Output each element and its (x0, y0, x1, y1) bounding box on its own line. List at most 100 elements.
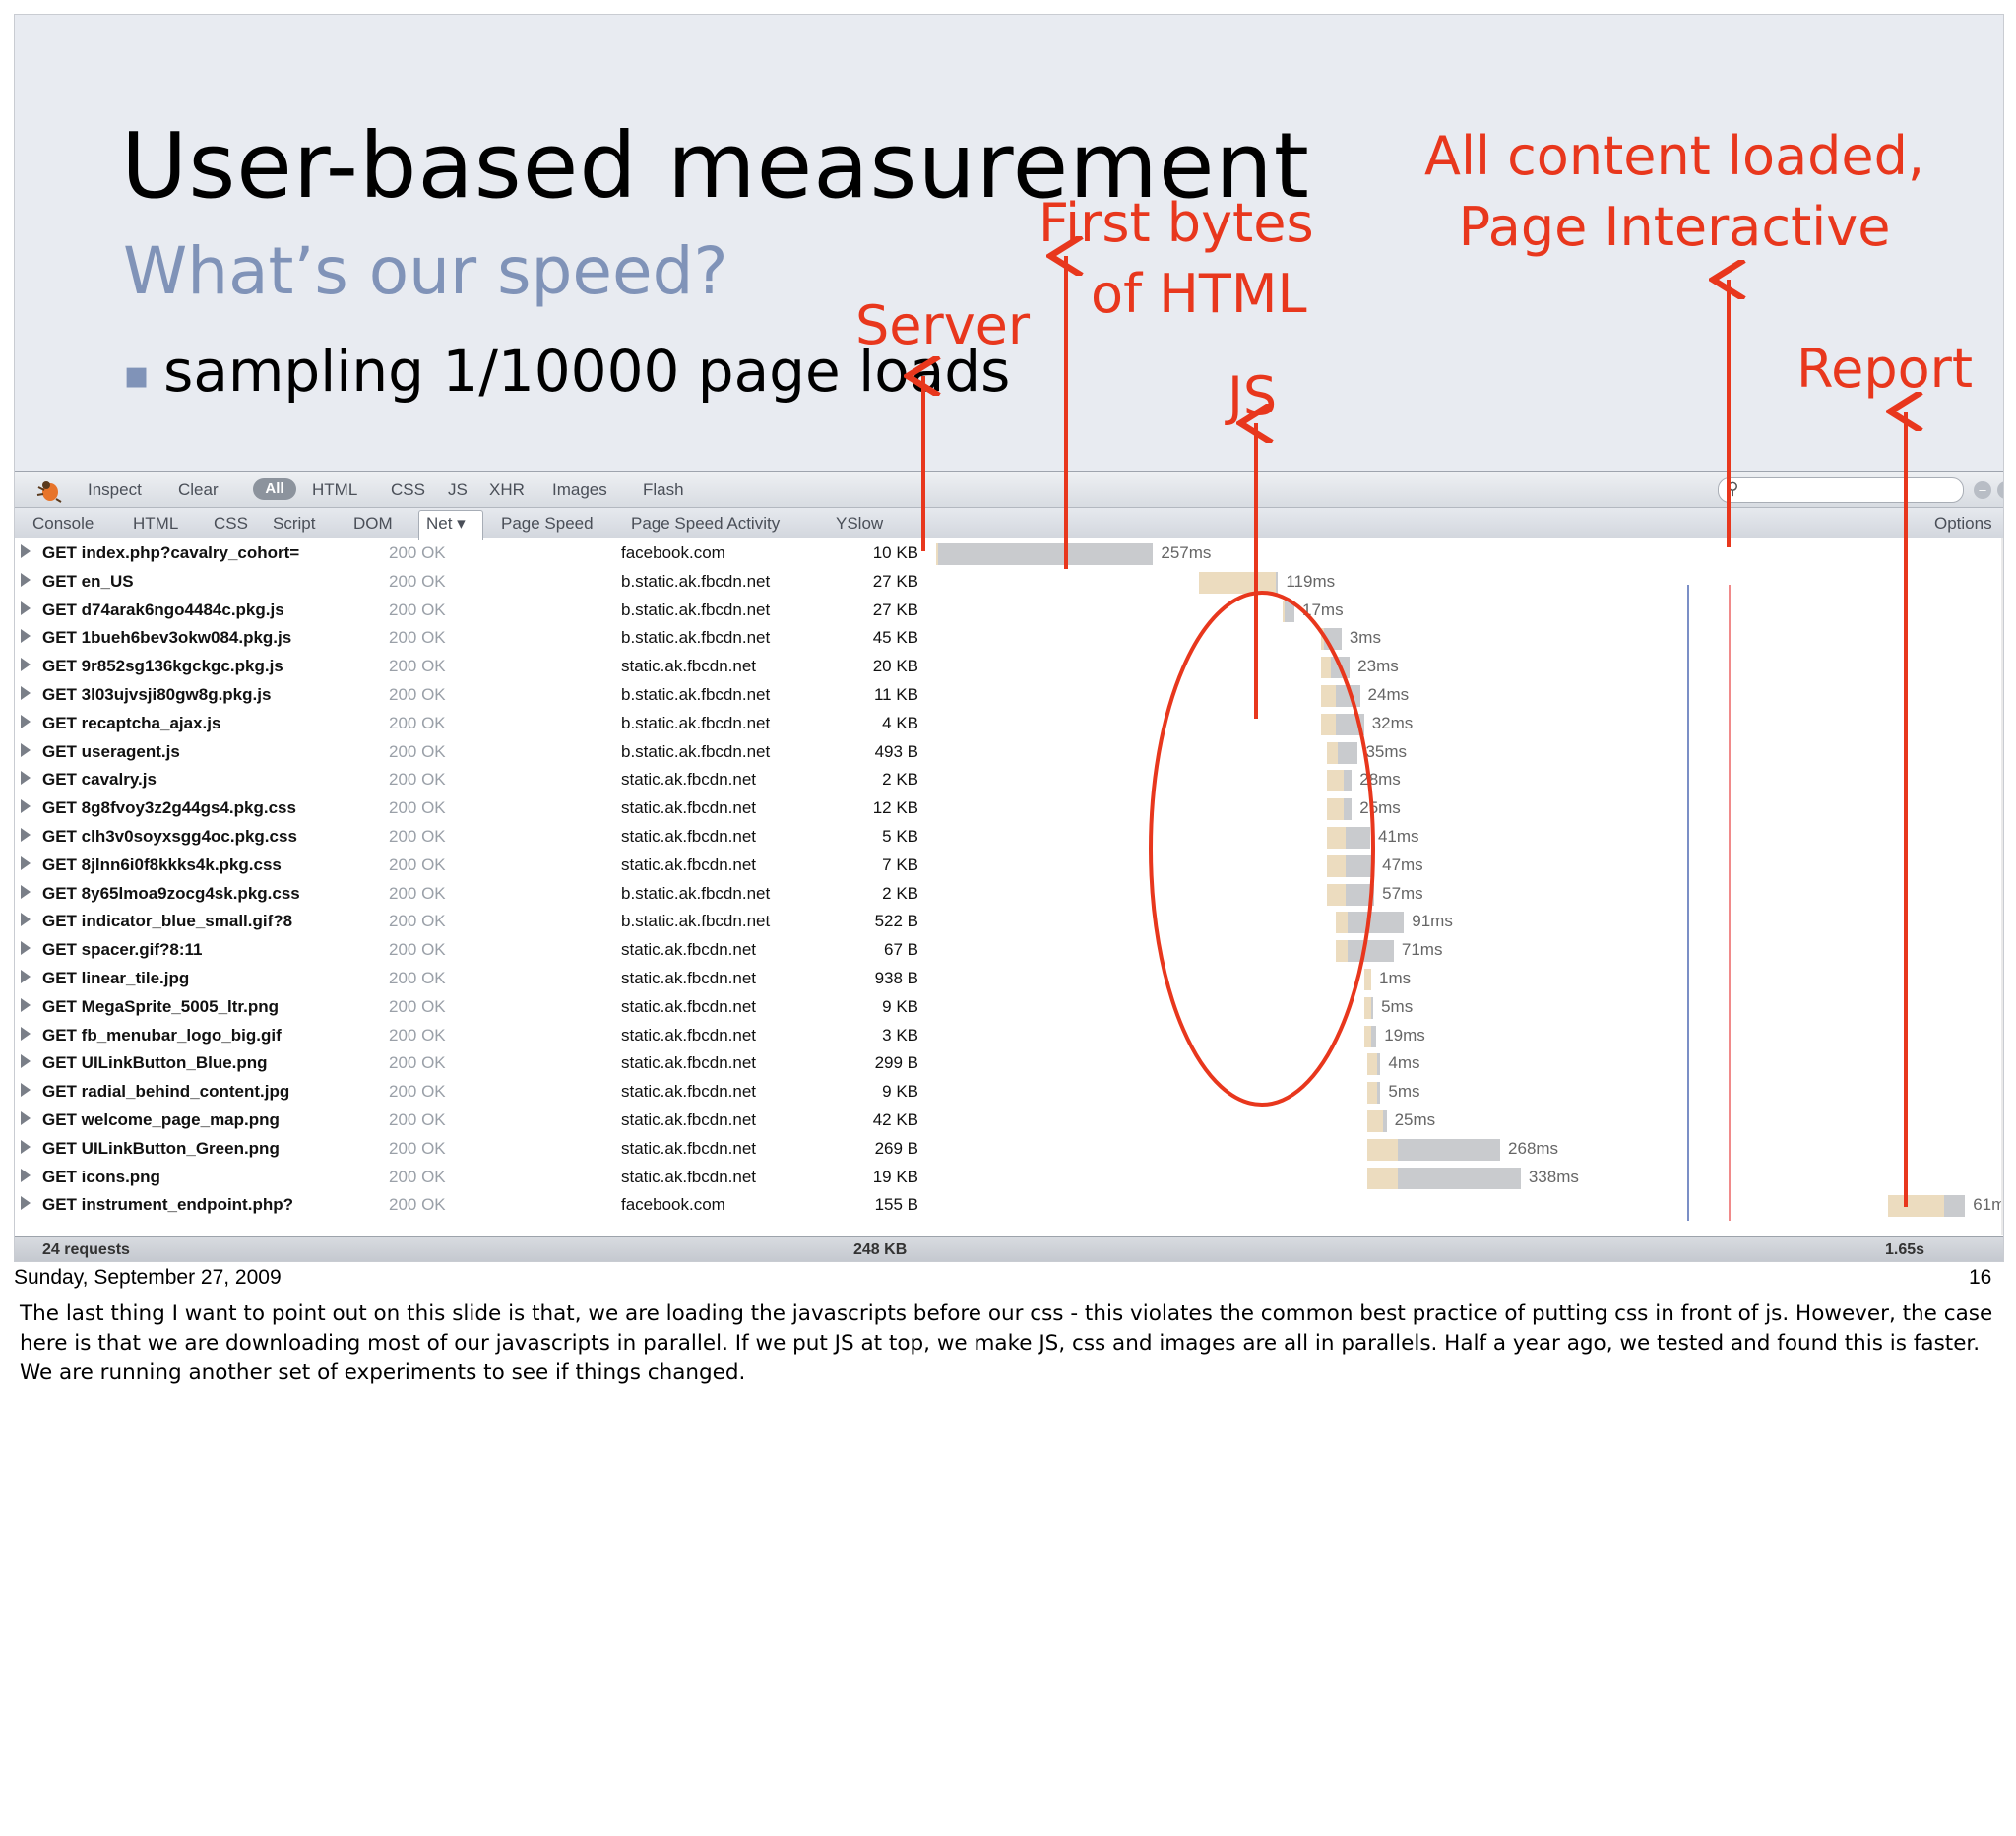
expand-triangle-icon[interactable] (21, 1026, 31, 1041)
expand-triangle-icon[interactable] (21, 771, 31, 786)
expand-triangle-icon[interactable] (21, 997, 31, 1012)
expand-triangle-icon[interactable] (21, 1054, 31, 1069)
request-row[interactable]: GET 9r852sg136kgckgc.pkg.js 200 OK static.… (15, 652, 2003, 680)
tab-script[interactable]: Script (273, 514, 315, 534)
filter-html-button[interactable]: HTML (312, 480, 357, 500)
expand-triangle-icon[interactable] (21, 1139, 31, 1154)
waterfall-time-label: 57ms (1382, 883, 1423, 903)
request-row[interactable]: GET 3l03ujvsji80gw8g.pkg.js 200 OK b.stati… (15, 680, 2003, 709)
filter-images-button[interactable]: Images (552, 480, 607, 500)
request-row[interactable]: GET radial_behind_content.jpg 200 OK stati… (15, 1077, 2003, 1106)
request-row[interactable]: GET UILinkButton_Blue.png 200 OK static.ak… (15, 1048, 2003, 1077)
tab-dom[interactable]: DOM (353, 514, 393, 534)
request-row[interactable]: GET en_US 200 OK b.static.ak.fbcdn.net 27 K… (15, 567, 2003, 596)
tab-css[interactable]: CSS (214, 514, 248, 534)
filter-flash-button[interactable]: Flash (643, 480, 684, 500)
request-url: GET useragent.js (42, 741, 180, 761)
expand-triangle-icon[interactable] (21, 714, 31, 728)
tab-page-speed[interactable]: Page Speed (501, 514, 594, 534)
request-row[interactable]: GET linear_tile.jpg 200 OK static.ak.fbcdn… (15, 964, 2003, 992)
expand-triangle-icon[interactable] (21, 742, 31, 757)
request-row[interactable]: GET cavalry.js 200 OK static.ak.fbcdn.net 2… (15, 765, 2003, 793)
tab-page-speed-activity[interactable]: Page Speed Activity (631, 514, 780, 534)
request-row[interactable]: GET clh3v0soyxsgg4oc.pkg.css 200 OK static… (15, 822, 2003, 851)
expand-triangle-icon[interactable] (21, 601, 31, 615)
request-row[interactable]: GET spacer.gif?8:11 200 OK static.ak.fbcdn… (15, 935, 2003, 964)
inspect-button[interactable]: Inspect (88, 480, 142, 500)
request-domain: static.ak.fbcdn.net (621, 1025, 757, 1045)
expand-triangle-icon[interactable] (21, 828, 31, 842)
waterfall-time-label: 5ms (1381, 996, 1414, 1016)
request-row[interactable]: GET MegaSprite_5005_ltr.png 200 OK static.… (15, 992, 2003, 1021)
expand-triangle-icon[interactable] (21, 658, 31, 672)
waterfall-wait-bar (1363, 996, 1371, 1019)
expand-triangle-icon[interactable] (21, 913, 31, 927)
annotation-first-bytes: First bytes of HTML (1039, 188, 1314, 330)
request-domain: facebook.com (621, 1195, 725, 1215)
request-row[interactable]: GET index.php?cavalry_cohort= 200 OK faceb… (15, 538, 2003, 567)
request-row[interactable]: GET indicator_blue_small.gif?8 200 OK b.st… (15, 907, 2003, 935)
tab-html[interactable]: HTML (133, 514, 178, 534)
filter-xhr-button[interactable]: XHR (489, 480, 525, 500)
request-row[interactable]: GET 8y65lmoa9zocg4sk.pkg.css 200 OK b.stat… (15, 879, 2003, 908)
waterfall-receive-bar (1343, 798, 1353, 821)
expand-triangle-icon[interactable] (21, 1111, 31, 1125)
expand-triangle-icon[interactable] (21, 572, 31, 587)
footer-page-number: 16 (1969, 1266, 1992, 1289)
expand-triangle-icon[interactable] (21, 686, 31, 700)
request-status: 200 OK (389, 827, 446, 846)
waterfall-wait-bar (1327, 827, 1346, 849)
tab-console[interactable]: Console (32, 514, 94, 534)
filter-all-button[interactable]: All (253, 478, 296, 500)
filter-js-button[interactable]: JS (448, 480, 468, 500)
waterfall-wait-bar (1321, 657, 1332, 679)
search-input[interactable]: ⚲ (1718, 477, 1964, 503)
request-row[interactable]: GET UILinkButton_Green.png 200 OK static.a… (15, 1134, 2003, 1163)
tab-yslow[interactable]: YSlow (836, 514, 883, 534)
waterfall-time-label: 61ms (1973, 1195, 2004, 1215)
expand-triangle-icon[interactable] (21, 941, 31, 956)
request-row[interactable]: GET instrument_endpoint.php? 200 OK facebo… (15, 1190, 2003, 1219)
expand-triangle-icon[interactable] (21, 1083, 31, 1098)
request-row[interactable]: GET recaptcha_ajax.js 200 OK b.static.ak.f… (15, 709, 2003, 737)
expand-triangle-icon[interactable] (21, 799, 31, 814)
expand-triangle-icon[interactable] (21, 629, 31, 644)
request-status: 200 OK (389, 1138, 446, 1158)
request-row[interactable]: GET 8g8fvoy3z2g44gs4.pkg.css 200 OK static… (15, 793, 2003, 822)
request-row[interactable]: GET d74arak6ngo4484c.pkg.js 200 OK b.stati… (15, 596, 2003, 624)
request-row[interactable]: GET 1bueh6bev3okw084.pkg.js 200 OK b.stati… (15, 623, 2003, 652)
request-url: GET instrument_endpoint.php? (42, 1195, 293, 1215)
firebug-logo-icon[interactable] (34, 477, 64, 503)
waterfall-receive-bar (1944, 1195, 1966, 1218)
scrollbar-thumb[interactable] (2003, 574, 2004, 1190)
tab-net[interactable]: Net ▾ (426, 514, 466, 534)
request-url: GET UILinkButton_Green.png (42, 1138, 280, 1158)
minimize-icon[interactable]: – (1974, 481, 1991, 499)
request-count: 24 requests (42, 1241, 130, 1258)
options-menu[interactable]: Options (1934, 514, 1992, 534)
expand-triangle-icon[interactable] (21, 1196, 31, 1211)
clear-button[interactable]: Clear (178, 480, 219, 500)
request-size: 5 KB (882, 827, 918, 846)
request-row[interactable]: GET useragent.js 200 OK b.static.ak.fbcdn.… (15, 737, 2003, 766)
request-url: GET index.php?cavalry_cohort= (42, 543, 300, 562)
expand-triangle-icon[interactable] (21, 970, 31, 983)
close-icon[interactable]: × (1997, 481, 2003, 499)
request-status: 200 OK (389, 1195, 446, 1215)
waterfall-wait-bar (1366, 1138, 1399, 1161)
request-domain: static.ak.fbcdn.net (621, 1110, 757, 1129)
expand-triangle-icon[interactable] (21, 855, 31, 870)
request-row[interactable]: GET fb_menubar_logo_big.gif 200 OK static.… (15, 1021, 2003, 1049)
request-domain: b.static.ak.fbcdn.net (621, 571, 771, 591)
request-row[interactable]: GET 8jlnn6i0f8kkks4k.pkg.css 200 OK static… (15, 851, 2003, 879)
waterfall-time-label: 25ms (1394, 1110, 1436, 1129)
expand-triangle-icon[interactable] (21, 544, 31, 558)
annotation-all-content-loaded: All content loaded, Page Interactive (1424, 121, 1924, 263)
expand-triangle-icon[interactable] (21, 1168, 31, 1182)
waterfall-wait-bar (1327, 770, 1344, 792)
request-row[interactable]: GET icons.png 200 OK static.ak.fbcdn.net 19… (15, 1163, 2003, 1191)
expand-triangle-icon[interactable] (21, 884, 31, 899)
request-row[interactable]: GET welcome_page_map.png 200 OK static.ak.… (15, 1106, 2003, 1134)
filter-css-button[interactable]: CSS (391, 480, 425, 500)
waterfall-time-label: 71ms (1401, 940, 1443, 960)
